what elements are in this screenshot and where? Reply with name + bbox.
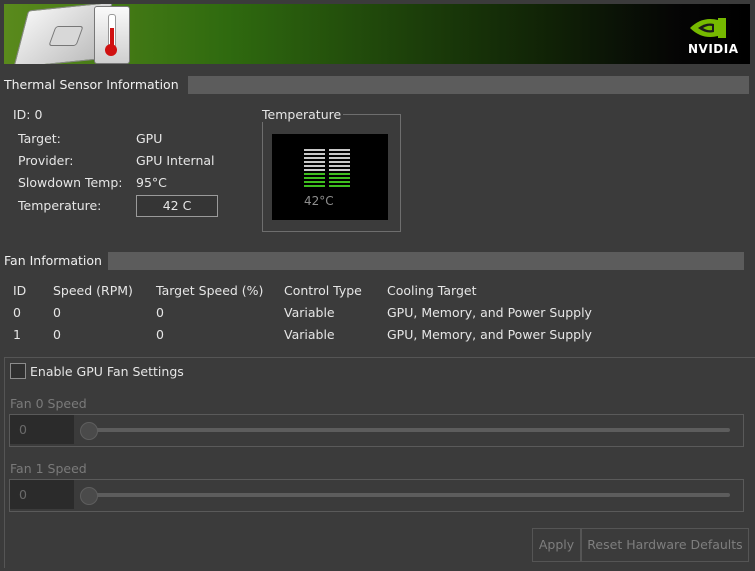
col-control-type: Control Type [284, 283, 362, 298]
gauge-bar [329, 185, 350, 187]
gauge-bar [304, 161, 325, 163]
gauge-bar [304, 157, 325, 159]
cell-cooling-target: GPU, Memory, and Power Supply [387, 327, 592, 342]
gauge-bar [329, 165, 350, 167]
cell-id: 1 [13, 327, 21, 342]
cell-speed: 0 [53, 305, 61, 320]
thermometer-bulb [105, 44, 117, 56]
fan-section-title: Fan Information [4, 253, 102, 268]
fan1-slider-track[interactable] [90, 493, 730, 497]
gauge-bar [304, 149, 325, 151]
gauge-bar [304, 177, 325, 179]
fan0-speed-label: Fan 0 Speed [10, 396, 87, 411]
sensor-id: ID: 0 [13, 107, 43, 122]
gauge-bar [304, 153, 325, 155]
nvidia-eye-logo [690, 18, 726, 38]
gauge-bar [329, 173, 350, 175]
cell-cooling-target: GPU, Memory, and Power Supply [387, 305, 592, 320]
gauge-bar [304, 185, 325, 187]
cell-id: 0 [13, 305, 21, 320]
col-cooling-target: Cooling Target [387, 283, 477, 298]
provider-label: Provider: [18, 153, 74, 168]
cell-control-type: Variable [284, 327, 335, 342]
target-label: Target: [18, 131, 61, 146]
col-speed-rpm: Speed (RPM) [53, 283, 133, 298]
gauge-bar [329, 153, 350, 155]
fan0-speed-spinbox[interactable]: 0 [10, 415, 74, 444]
apply-button[interactable]: Apply [532, 528, 581, 562]
gauge-bar [329, 181, 350, 183]
nvidia-wordmark: NVIDIA [688, 42, 739, 56]
enable-fan-settings-label[interactable]: Enable GPU Fan Settings [30, 364, 184, 379]
gauge-bar [304, 165, 325, 167]
fan1-slider-handle[interactable] [80, 487, 98, 505]
slowdown-temp-label: Slowdown Temp: [18, 175, 123, 190]
cell-target-speed: 0 [156, 327, 164, 342]
nvidia-banner: NVIDIA [4, 4, 750, 64]
gauge-bar [329, 149, 350, 151]
gauge-bar [304, 181, 325, 183]
gauge-bar [329, 161, 350, 163]
col-id: ID [13, 283, 27, 298]
thermal-section-title: Thermal Sensor Information [4, 77, 179, 92]
temperature-label: Temperature: [18, 198, 102, 213]
gauge-readout: 42°C [304, 194, 334, 208]
temperature-field: 42 C [136, 195, 218, 217]
fan0-slider-track[interactable] [90, 428, 730, 432]
cell-control-type: Variable [284, 305, 335, 320]
fan1-speed-label: Fan 1 Speed [10, 461, 87, 476]
fan0-slider-handle[interactable] [80, 422, 98, 440]
reset-hardware-defaults-button[interactable]: Reset Hardware Defaults [581, 528, 749, 562]
slowdown-temp-value: 95°C [136, 175, 167, 190]
fan1-speed-spinbox[interactable]: 0 [10, 480, 74, 509]
gauge-bar [304, 169, 325, 171]
gauge-bar [329, 169, 350, 171]
temperature-group-label: Temperature [262, 107, 344, 122]
target-value: GPU [136, 131, 163, 146]
gauge-bar [304, 173, 325, 175]
col-target-speed: Target Speed (%) [156, 283, 264, 298]
cell-target-speed: 0 [156, 305, 164, 320]
thermal-section-bar [188, 76, 749, 94]
gauge-bar [329, 177, 350, 179]
cell-speed: 0 [53, 327, 61, 342]
enable-fan-settings-checkbox[interactable] [10, 363, 26, 379]
fan-section-bar [108, 252, 744, 270]
provider-value: GPU Internal [136, 153, 215, 168]
gauge-bar [329, 157, 350, 159]
